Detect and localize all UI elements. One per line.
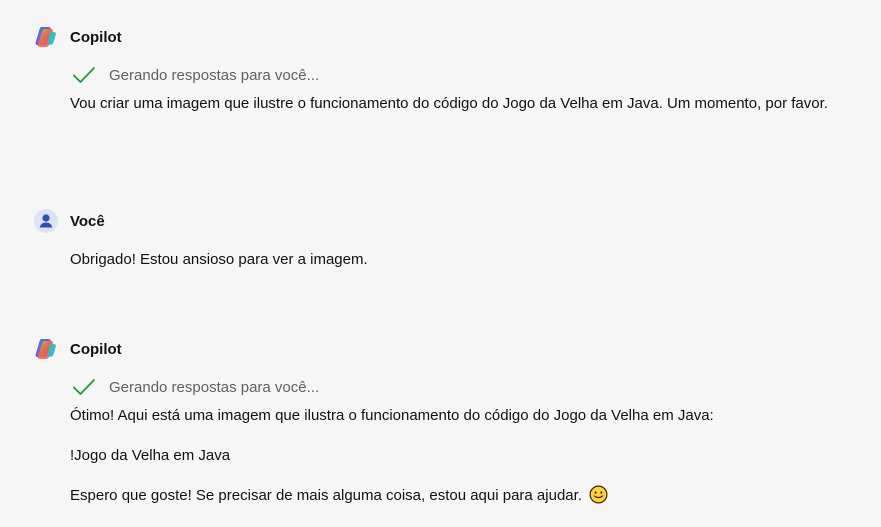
generation-status: Gerando respostas para você... — [72, 377, 319, 397]
checkmark-icon — [72, 377, 96, 397]
author-name: Você — [70, 212, 105, 230]
message-text: Ótimo! Aqui está uma imagem que ilustra … — [70, 407, 714, 424]
checkmark-icon — [72, 65, 96, 85]
message-header: Copilot — [33, 336, 122, 362]
status-text: Gerando respostas para você... — [109, 66, 320, 84]
smiling-face-emoji-icon — [589, 485, 608, 504]
message-header: Você — [33, 208, 105, 234]
message-text: Espero que goste! Se precisar de mais al… — [70, 482, 860, 509]
status-text: Gerando respostas para você... — [109, 378, 320, 396]
author-name: Copilot — [70, 28, 122, 46]
message-text: Obrigado! Estou ansioso para ver a image… — [70, 251, 368, 268]
author-name: Copilot — [70, 340, 122, 358]
message-text: Vou criar uma imagem que ilustre o funci… — [70, 95, 828, 112]
generation-status: Gerando respostas para você... — [72, 65, 319, 85]
image-link-text[interactable]: !Jogo da Velha em Java — [70, 442, 860, 469]
copilot-logo-icon — [33, 24, 59, 50]
user-avatar-icon — [33, 208, 59, 234]
copilot-logo-icon — [33, 336, 59, 362]
message-header: Copilot — [33, 24, 122, 50]
closing-text: Espero que goste! Se precisar de mais al… — [70, 487, 587, 504]
